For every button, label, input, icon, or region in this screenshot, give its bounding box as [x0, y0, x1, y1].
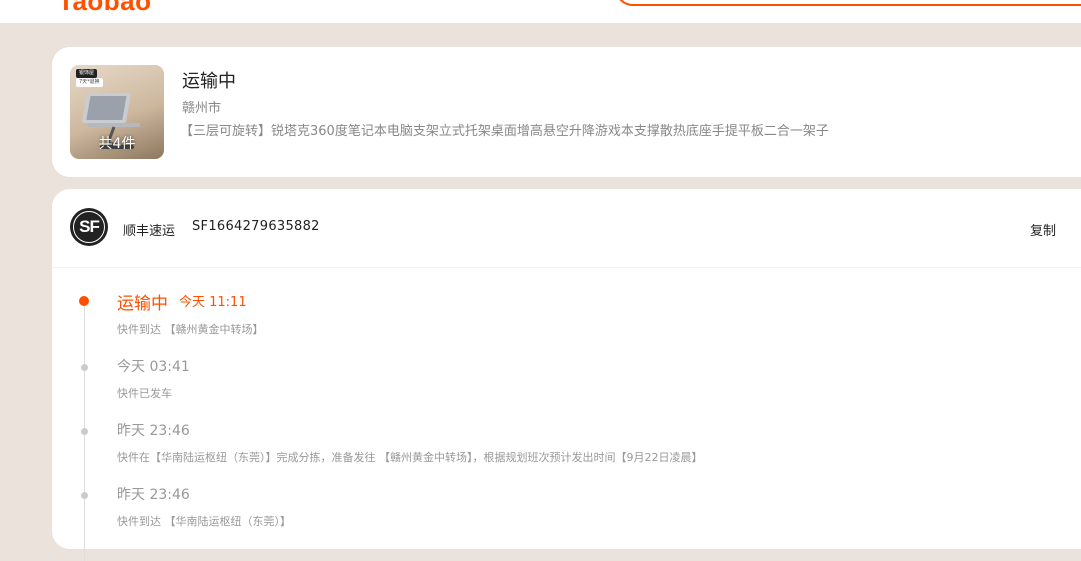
timeline-dot	[81, 428, 88, 435]
order-summary-card[interactable]: 银饰屋 7天*退换 共4件 运输中 赣州市 【三层可旋转】锐塔克360度笔记本电…	[52, 47, 1081, 177]
order-status: 运输中	[182, 71, 236, 92]
carrier-row: SF 顺丰速运 SF1664279635882 复制	[52, 189, 1081, 268]
timeline-dot	[81, 492, 88, 499]
thumb-badge-secondary: 7天*退换	[76, 78, 103, 87]
event-time: 昨天 23:46	[117, 487, 190, 503]
tracking-number: SF1664279635882	[192, 219, 320, 234]
tracking-card: SF 顺丰速运 SF1664279635882 复制 运输中 今天 11:11 …	[52, 189, 1081, 561]
event-status: 运输中	[117, 294, 168, 314]
product-title[interactable]: 【三层可旋转】锐塔克360度笔记本电脑支架立式托架桌面增高悬空升降游戏本支撑散热…	[180, 120, 829, 139]
event-description: 快件在【华南陆运枢纽（东莞）】完成分拣，准备发往 【赣州黄金中转场】，根据规划班…	[117, 451, 703, 464]
event-description: 快件已发车	[117, 387, 172, 400]
product-thumbnail[interactable]: 银饰屋 7天*退换 共4件	[70, 65, 164, 159]
order-city: 赣州市	[182, 101, 222, 116]
carrier-name: 顺丰速运	[123, 224, 176, 239]
timeline-dot	[81, 364, 88, 371]
event-time: 今天 11:11	[179, 295, 247, 310]
copy-button[interactable]: 复制	[1030, 220, 1056, 239]
event-description: 快件到达 【赣州黄金中转场】	[117, 323, 264, 336]
timeline-dot-active	[79, 296, 89, 306]
taobao-logo[interactable]: Taobao	[58, 0, 152, 17]
thumb-badge: 银饰屋	[76, 69, 98, 78]
event-time: 今天 03:41	[117, 359, 190, 375]
top-header: Taobao	[0, 0, 1081, 23]
search-input[interactable]	[615, 0, 1081, 6]
sf-express-logo-icon: SF	[70, 208, 108, 246]
item-count: 共4件	[98, 136, 136, 152]
event-time: 昨天 23:46	[117, 423, 190, 439]
